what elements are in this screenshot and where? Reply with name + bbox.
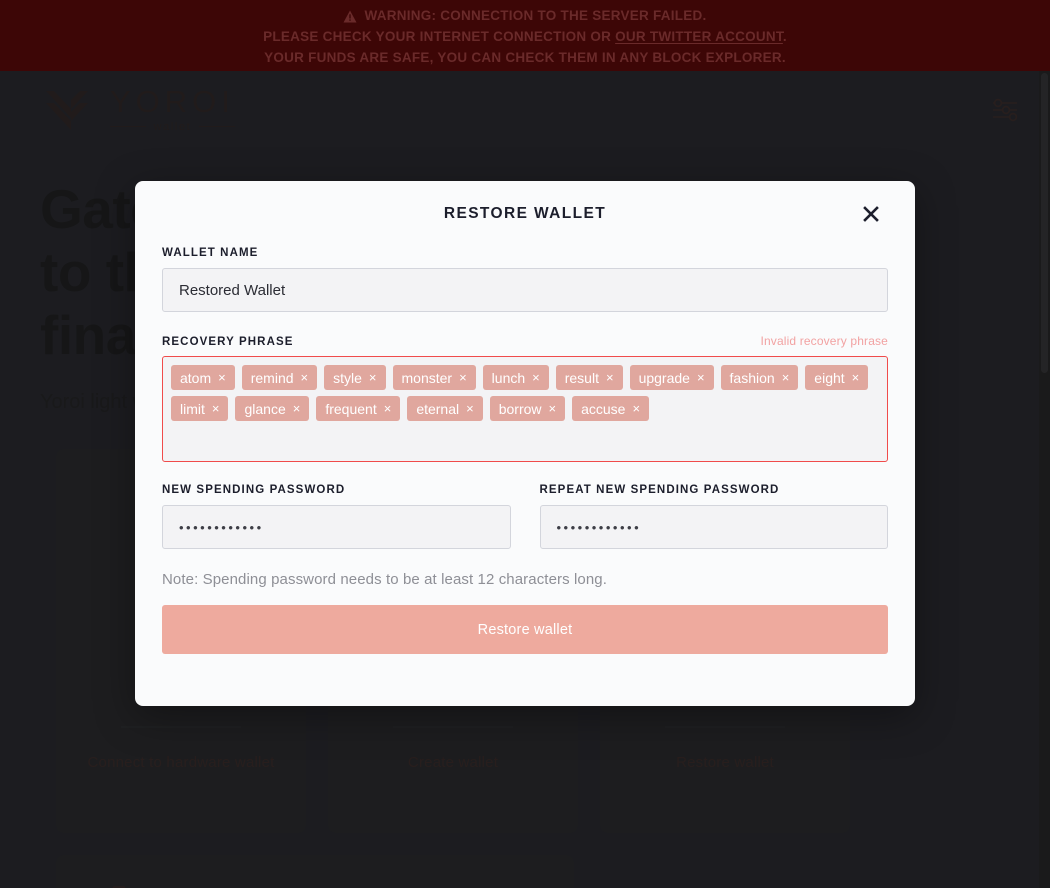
recovery-word-label: upgrade — [638, 369, 690, 386]
recovery-word-chip[interactable]: monster × — [392, 365, 476, 390]
recovery-word-label: borrow — [498, 400, 542, 417]
remove-word-icon[interactable]: × — [459, 371, 467, 384]
recovery-word-label: eight — [814, 369, 845, 386]
wallet-name-label: WALLET NAME — [162, 247, 259, 259]
recovery-word-chip[interactable]: result × — [555, 365, 623, 390]
recovery-word-label: limit — [180, 400, 205, 417]
warning-line-1: WARNING: CONNECTION TO THE SERVER FAILED… — [343, 5, 706, 26]
restore-wallet-dialog: RESTORE WALLET WALLET NAME RECOVERY PHRA… — [135, 181, 915, 706]
remove-word-icon[interactable]: × — [369, 371, 377, 384]
recovery-word-chip[interactable]: upgrade × — [629, 365, 714, 390]
remove-word-icon[interactable]: × — [697, 371, 705, 384]
recovery-phrase-input-box[interactable]: atom × remind × style × monster × lunch × result × u… — [162, 356, 888, 462]
recovery-word-chip[interactable]: borrow × — [489, 396, 566, 421]
twitter-account-link[interactable]: OUR TWITTER ACCOUNT — [615, 29, 783, 44]
warning-text-1: WARNING: CONNECTION TO THE SERVER FAILED… — [364, 8, 707, 23]
repeat-password-label: REPEAT NEW SPENDING PASSWORD — [539, 484, 780, 496]
wallet-name-input[interactable] — [162, 268, 888, 312]
recovery-phrase-label: RECOVERY PHRASE — [162, 336, 294, 348]
new-password-input[interactable] — [162, 505, 511, 549]
remove-word-icon[interactable]: × — [782, 371, 790, 384]
recovery-word-label: result — [564, 369, 599, 386]
warning-line-2: PLEASE CHECK YOUR INTERNET CONNECTION OR… — [263, 26, 787, 47]
recovery-word-label: atom — [180, 369, 212, 386]
recovery-word-chip[interactable]: eight × — [805, 365, 869, 390]
recovery-word-label: style — [333, 369, 362, 386]
repeat-password-field-group: REPEAT NEW SPENDING PASSWORD — [539, 484, 888, 549]
recovery-word-chip[interactable]: eternal × — [407, 396, 483, 421]
recovery-phrase-error: Invalid recovery phrase — [760, 334, 888, 348]
remove-word-icon[interactable]: × — [212, 402, 220, 415]
recovery-word-label: lunch — [491, 369, 526, 386]
recovery-word-label: remind — [250, 369, 294, 386]
new-password-field-group: NEW SPENDING PASSWORD — [162, 484, 511, 549]
remove-word-icon[interactable]: × — [549, 402, 557, 415]
warning-line-3: YOUR FUNDS ARE SAFE, YOU CAN CHECK THEM … — [264, 50, 786, 65]
recovery-word-chip[interactable]: accuse × — [572, 396, 650, 421]
remove-word-icon[interactable]: × — [632, 402, 640, 415]
recovery-word-chip[interactable]: glance × — [235, 396, 310, 421]
recovery-word-chip[interactable]: limit × — [171, 396, 229, 421]
recovery-word-label: monster — [401, 369, 453, 386]
remove-word-icon[interactable]: × — [218, 371, 226, 384]
new-password-label: NEW SPENDING PASSWORD — [162, 484, 346, 496]
restore-wallet-submit-button[interactable]: Restore wallet — [162, 605, 888, 654]
remove-word-icon[interactable]: × — [606, 371, 614, 384]
recovery-word-chip[interactable]: frequent × — [316, 396, 401, 421]
recovery-word-chip[interactable]: fashion × — [720, 365, 799, 390]
recovery-word-label: frequent — [325, 400, 377, 417]
repeat-password-input[interactable] — [539, 505, 888, 549]
remove-word-icon[interactable]: × — [301, 371, 309, 384]
recovery-word-chip[interactable]: remind × — [241, 365, 318, 390]
remove-word-icon[interactable]: × — [466, 402, 474, 415]
dialog-title: RESTORE WALLET — [443, 205, 607, 222]
warning-triangle-icon — [343, 8, 357, 23]
remove-word-icon[interactable]: × — [384, 402, 392, 415]
dialog-header: RESTORE WALLET — [162, 181, 888, 247]
recovery-word-label: eternal — [416, 400, 460, 417]
recovery-word-chip[interactable]: atom × — [171, 365, 235, 390]
recovery-word-chip[interactable]: style × — [324, 365, 386, 390]
warning-text-2-suffix: . — [782, 29, 787, 44]
remove-word-icon[interactable]: × — [293, 402, 301, 415]
password-requirement-note: Note: Spending password needs to be at l… — [162, 571, 608, 588]
recovery-word-label: fashion — [729, 369, 775, 386]
server-warning-banner: WARNING: CONNECTION TO THE SERVER FAILED… — [0, 0, 1050, 71]
remove-word-icon[interactable]: × — [852, 371, 860, 384]
password-fields-row: NEW SPENDING PASSWORD REPEAT NEW SPENDIN… — [162, 484, 888, 549]
recovery-phrase-label-row: RECOVERY PHRASE Invalid recovery phrase — [162, 334, 888, 348]
close-icon[interactable] — [858, 201, 884, 227]
wallet-name-field-group: WALLET NAME — [162, 247, 888, 312]
recovery-word-label: glance — [244, 400, 286, 417]
recovery-word-chip[interactable]: lunch × — [482, 365, 549, 390]
warning-text-2-prefix: PLEASE CHECK YOUR INTERNET CONNECTION OR — [263, 29, 616, 44]
app-root: WARNING: CONNECTION TO THE SERVER FAILED… — [0, 0, 1050, 888]
remove-word-icon[interactable]: × — [532, 371, 540, 384]
recovery-word-label: accuse — [581, 400, 626, 417]
